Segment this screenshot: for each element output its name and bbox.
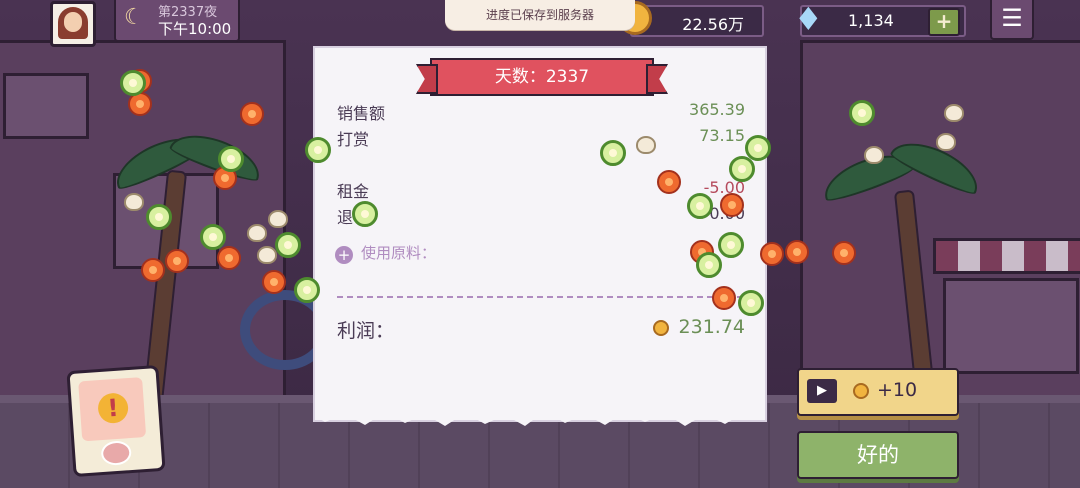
striped-awning — [933, 238, 1080, 274]
exclamation-icon: ! — [97, 392, 130, 425]
tomato-slice-icon — [165, 249, 189, 273]
alert-card-button[interactable]: ! — [66, 364, 166, 478]
buy-gems-button[interactable]: + — [928, 8, 960, 36]
gem-counter: ♦ 1,134 + — [794, 2, 966, 37]
row-label: 退 — [337, 208, 354, 227]
pepper-slice-icon — [146, 204, 172, 230]
receipt-row-tips: 打赏 73.15 — [337, 126, 745, 149]
tomato-slice-icon — [657, 170, 681, 194]
day-time-panel: ☾ 第2337夜 下午10:00 — [114, 0, 240, 42]
garlic-clove-icon — [944, 104, 964, 122]
tomato-slice-icon — [832, 241, 856, 265]
pepper-slice-icon — [849, 100, 875, 126]
pepper-slice-icon — [738, 290, 764, 316]
pepper-slice-icon — [687, 193, 713, 219]
receipt-row-sales: 销售额 365.39 — [337, 100, 745, 123]
pepper-slice-icon — [294, 277, 320, 303]
ad-reward-amount: +10 — [877, 379, 918, 401]
play-video-icon: ▶ — [807, 379, 837, 403]
daily-receipt: 天数：2337 销售额 365.39 打赏 73.15 租金 -5.00 退 0… — [315, 48, 765, 420]
pepper-slice-icon — [120, 70, 146, 96]
avatar-face — [64, 12, 82, 32]
garlic-clove-icon — [124, 193, 144, 211]
shop-window — [943, 278, 1079, 374]
row-label: 租金 — [337, 182, 370, 201]
receipt-torn-edge — [315, 408, 765, 426]
coin-icon — [853, 383, 869, 399]
garlic-clove-icon — [257, 246, 277, 264]
player-avatar[interactable] — [50, 1, 96, 47]
tomato-slice-icon — [217, 246, 241, 270]
tomato-slice-icon — [720, 193, 744, 217]
right-shop-building — [800, 40, 1080, 401]
pepper-slice-icon — [729, 156, 755, 182]
gem-value: 1,134 — [848, 11, 894, 30]
row-label: 销售额 — [337, 104, 386, 123]
tomato-slice-icon — [240, 102, 264, 126]
materials-label: 使用原料： — [361, 244, 437, 262]
expand-plus-icon: + — [335, 246, 353, 264]
diamond-icon: ♦ — [794, 0, 823, 38]
save-toast: 进度已保存到服务器 — [445, 0, 635, 30]
tomato-slice-icon — [141, 258, 165, 282]
coin-counter: 22.56万 — [618, 1, 764, 37]
moon-icon: ☾ — [124, 5, 144, 30]
coin-value: 22.56万 — [682, 15, 744, 34]
dashed-divider — [337, 296, 743, 298]
tomato-slice-icon — [785, 240, 809, 264]
coin-icon — [653, 320, 669, 336]
receipt-row-refund: 退 0.00 — [337, 204, 745, 227]
garlic-clove-icon — [268, 210, 288, 228]
menu-button[interactable]: ☰ — [990, 0, 1034, 40]
row-value: 73.15 — [699, 126, 745, 145]
garlic-clove-icon — [247, 224, 267, 242]
ok-button[interactable]: 好的 — [797, 431, 959, 479]
shop-window — [3, 73, 89, 139]
pepper-slice-icon — [600, 140, 626, 166]
alert-dot — [100, 440, 133, 467]
row-label: 打赏 — [337, 130, 370, 149]
pepper-slice-icon — [305, 137, 331, 163]
garlic-clove-icon — [936, 133, 956, 151]
pepper-slice-icon — [718, 232, 744, 258]
profit-label: 利润： — [337, 320, 395, 342]
pepper-slice-icon — [352, 201, 378, 227]
watch-ad-reward-button[interactable]: ▶ +10 — [797, 368, 959, 416]
tomato-slice-icon — [760, 242, 784, 266]
tomato-slice-icon — [262, 270, 286, 294]
pepper-slice-icon — [200, 224, 226, 250]
clock-time: 下午10:00 — [158, 20, 232, 38]
alert-card-face: ! — [78, 377, 147, 442]
pepper-slice-icon — [218, 146, 244, 172]
materials-expander[interactable]: + 使用原料： — [335, 242, 436, 264]
pepper-slice-icon — [275, 232, 301, 258]
garlic-clove-icon — [636, 136, 656, 154]
row-value: 365.39 — [689, 100, 745, 119]
day-banner: 天数：2337 — [430, 58, 654, 96]
pepper-slice-icon — [696, 252, 722, 278]
garlic-clove-icon — [864, 146, 884, 164]
receipt-row-rent: 租金 -5.00 — [337, 178, 745, 201]
tomato-slice-icon — [712, 286, 736, 310]
profit-value: 231.74 — [678, 316, 745, 338]
